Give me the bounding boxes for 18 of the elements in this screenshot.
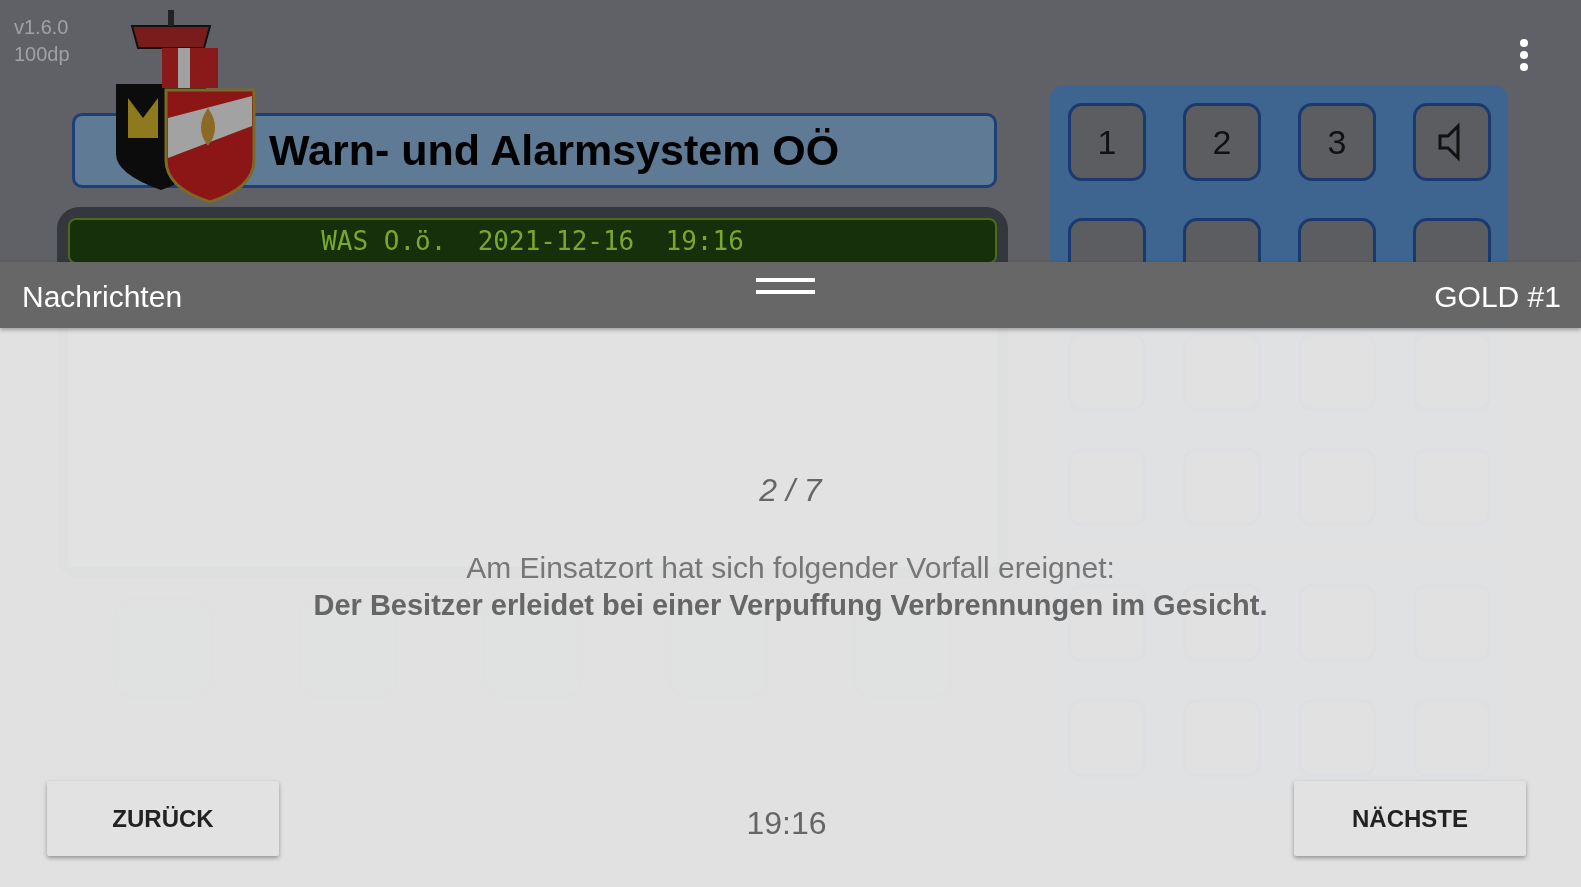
message-counter: 2 / 7 [759, 472, 822, 509]
sheet-title: Nachrichten [22, 280, 183, 314]
density-label: 100dp [14, 43, 71, 66]
back-button[interactable]: ZURÜCK [47, 781, 279, 856]
keypad-key[interactable]: 2 [1183, 103, 1261, 181]
time-label: 19:16 [746, 805, 827, 842]
version-label: v1.6.0 [14, 16, 70, 39]
next-button[interactable]: NÄCHSTE [1294, 781, 1526, 856]
drag-handle-icon[interactable] [756, 278, 815, 295]
keypad-key[interactable]: 3 [1298, 103, 1376, 181]
lcd-status-text: WAS O.ö. 2021-12-16 19:16 [321, 226, 744, 256]
more-menu-icon[interactable] [1519, 38, 1529, 72]
keypad-key[interactable] [1413, 103, 1491, 181]
app-title: Warn- und Alarmsystem OÖ [269, 126, 840, 175]
message-intro: Am Einsatzort hat sich folgender Vorfall ereignet: [466, 551, 1115, 585]
keypad-key[interactable]: 1 [1068, 103, 1146, 181]
message-text: Der Besitzer erleidet bei einer Verpuffung Verbrennungen im Gesicht. [313, 589, 1268, 622]
account-label: GOLD #1 [1434, 280, 1561, 314]
